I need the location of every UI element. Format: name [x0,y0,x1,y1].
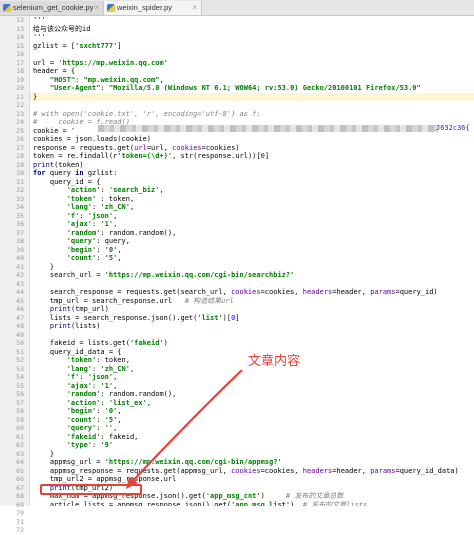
annotation-label: 文章内容 [248,354,301,369]
annotation-highlight-box [40,484,142,495]
annotation-arrow [126,369,243,489]
line-number: 71 [16,517,24,526]
line-number: 72 [16,526,24,534]
line-number: 70 [16,509,24,517]
